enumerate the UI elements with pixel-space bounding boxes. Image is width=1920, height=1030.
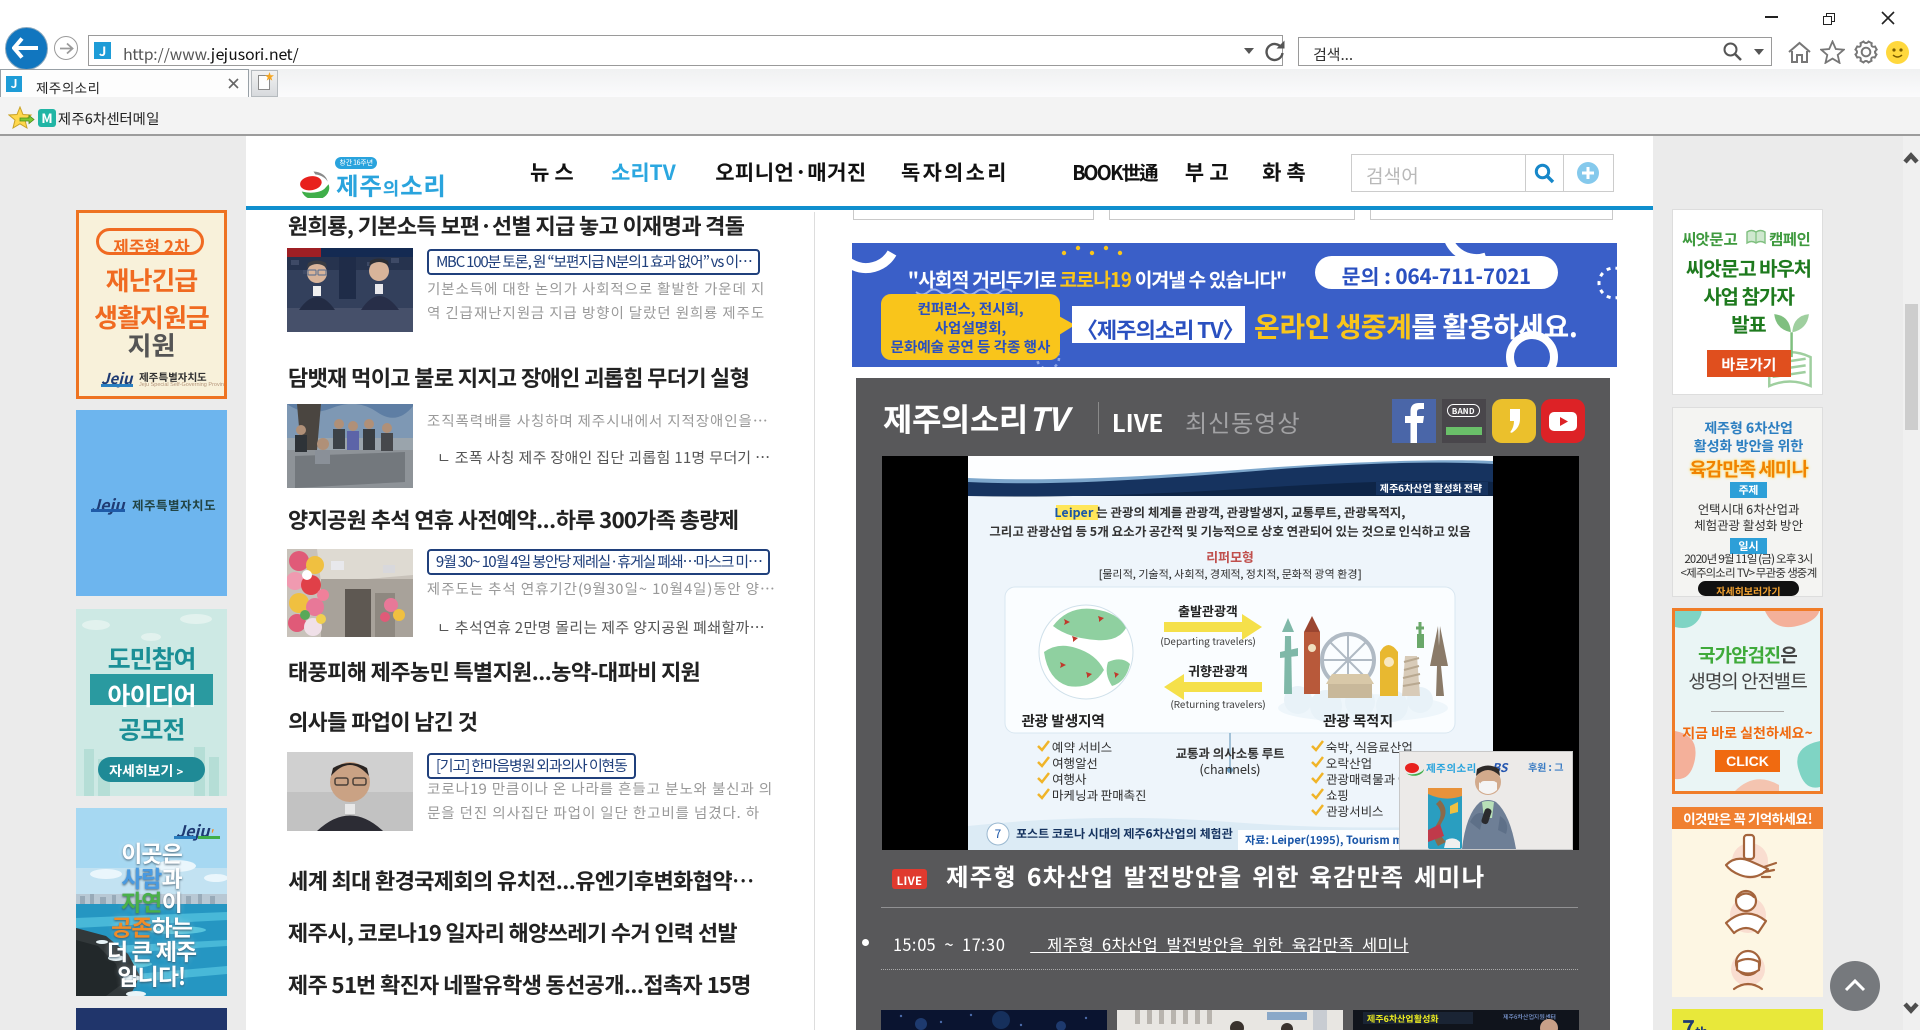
svg-text:제주6차산업활성화: 제주6차산업활성화	[1367, 1012, 1439, 1025]
svg-text:리퍼모형: 리퍼모형	[1206, 547, 1254, 566]
svg-text:제주6차산업 활성화 전략: 제주6차산업 활성화 전략	[1380, 480, 1483, 495]
svg-text:포스트 코로나 시대의 제주6차산업의 체험관: 포스트 코로나 시대의 제주6차산업의 체험관	[1016, 825, 1234, 842]
svg-text:귀향관광객: 귀향관광객	[1188, 661, 1248, 680]
svg-text:(channels): (channels)	[1199, 759, 1260, 778]
svg-text:제주의소리: 제주의소리	[1425, 761, 1477, 776]
svg-text:(Departing travelers): (Departing travelers)	[1160, 633, 1256, 648]
svg-text:그리고 관광산업 등 5개 요소가 공간적 및 기능적으로: 그리고 관광산업 등 5개 요소가 공간적 및 기능적으로 상호 연관되어 있는…	[989, 521, 1470, 540]
svg-text:관광서비스: 관광서비스	[1326, 801, 1384, 820]
svg-text:마케닝과 판매촉진: 마케닝과 판매촉진	[1052, 785, 1147, 804]
svg-text:관광 발생지역: 관광 발생지역	[1021, 710, 1104, 731]
svg-text:7: 7	[995, 825, 1002, 842]
svg-text:(Returning travelers): (Returning travelers)	[1170, 696, 1265, 711]
svg-text:출발관광객: 출발관광객	[1178, 601, 1238, 620]
svg-text:관광 목적지: 관광 목적지	[1323, 710, 1393, 731]
svg-text:Leiper 는 관광의 체계를 관광객, 관광발생지, 교: Leiper 는 관광의 체계를 관광객, 관광발생지, 교통루트, 관광목적지…	[1055, 502, 1406, 521]
svg-text:[물리적, 기술적, 사회적, 경제적, 정치적, 문화적: [물리적, 기술적, 사회적, 경제적, 정치적, 문화적 광역 환경]	[1099, 566, 1362, 582]
svg-text:후원 : 그: 후원 : 그	[1528, 759, 1563, 774]
